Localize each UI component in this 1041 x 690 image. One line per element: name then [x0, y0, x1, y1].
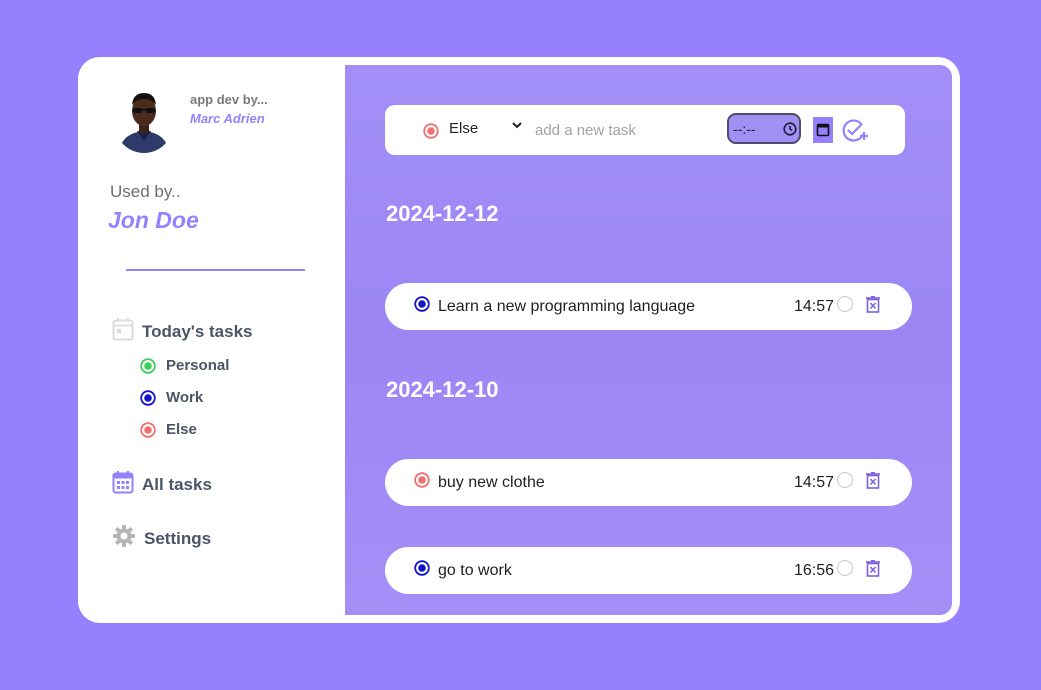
task-complete-checkbox[interactable] [837, 296, 853, 312]
category-personal[interactable]: Personal [140, 357, 229, 374]
time-value: --:-- [733, 121, 756, 137]
used-by-label: Used by.. [110, 182, 181, 201]
nav-all-tasks-label: All tasks [142, 474, 212, 494]
else-dot-icon [423, 123, 439, 144]
date-heading: 2024-12-10 [386, 377, 499, 402]
nav-all-tasks[interactable]: All tasks [112, 470, 212, 499]
nav-settings[interactable]: Settings [112, 524, 211, 553]
developer-credit-label: app dev by... [190, 92, 268, 107]
work-dot-icon [140, 389, 156, 406]
else-dot-icon [140, 421, 156, 438]
developer-name: Marc Adrien [190, 111, 265, 126]
else-dot-icon [414, 472, 430, 493]
delete-icon[interactable] [866, 295, 880, 318]
task-text: go to work [438, 562, 512, 579]
task-item[interactable]: Learn a new programming language 14:57 [385, 283, 912, 330]
task-text: Learn a new programming language [438, 298, 696, 315]
developer-avatar [115, 87, 173, 153]
category-label: Personal [166, 357, 230, 374]
clock-icon[interactable] [783, 122, 797, 141]
calendar-icon [816, 123, 830, 137]
sidebar: app dev by... Marc Adrien Used by.. Jon … [78, 57, 345, 623]
chevron-down-icon[interactable] [511, 119, 523, 134]
task-time: 16:56 [794, 562, 835, 579]
nav-settings-label: Settings [144, 528, 212, 548]
nav-todays-tasks[interactable]: Today's tasks [112, 317, 253, 346]
user-name: Jon Doe [108, 207, 199, 233]
category-work[interactable]: Work [140, 389, 203, 406]
work-dot-icon [414, 560, 430, 581]
date-picker-button[interactable] [813, 117, 833, 143]
task-complete-checkbox[interactable] [837, 472, 853, 488]
app-card: app dev by... Marc Adrien Used by.. Jon … [78, 57, 960, 623]
time-input[interactable]: --:-- [727, 113, 801, 144]
task-text: buy new clothe [438, 474, 545, 491]
delete-icon[interactable] [866, 559, 880, 582]
task-time: 14:57 [794, 298, 835, 315]
nav-todays-tasks-label: Today's tasks [142, 321, 253, 341]
task-complete-checkbox[interactable] [837, 560, 853, 576]
delete-icon[interactable] [866, 471, 880, 494]
calendar-day-icon [112, 317, 134, 346]
main-panel: Else --:-- [345, 65, 952, 615]
task-item[interactable]: go to work 16:56 [385, 547, 912, 594]
category-label: Work [166, 389, 204, 406]
category-label: Else [166, 421, 197, 438]
new-task-input[interactable] [535, 118, 715, 142]
add-task-icon[interactable] [841, 118, 869, 149]
new-task-bar: Else --:-- [385, 105, 905, 155]
calendar-icon [112, 470, 134, 499]
task-time: 14:57 [794, 474, 835, 491]
category-else[interactable]: Else [140, 421, 197, 438]
task-item[interactable]: buy new clothe 14:57 [385, 459, 912, 506]
gear-icon [112, 524, 136, 553]
sidebar-divider [126, 269, 305, 271]
personal-dot-icon [140, 357, 156, 374]
category-select[interactable]: Else [449, 120, 478, 137]
work-dot-icon [414, 296, 430, 317]
date-heading: 2024-12-12 [386, 201, 499, 226]
